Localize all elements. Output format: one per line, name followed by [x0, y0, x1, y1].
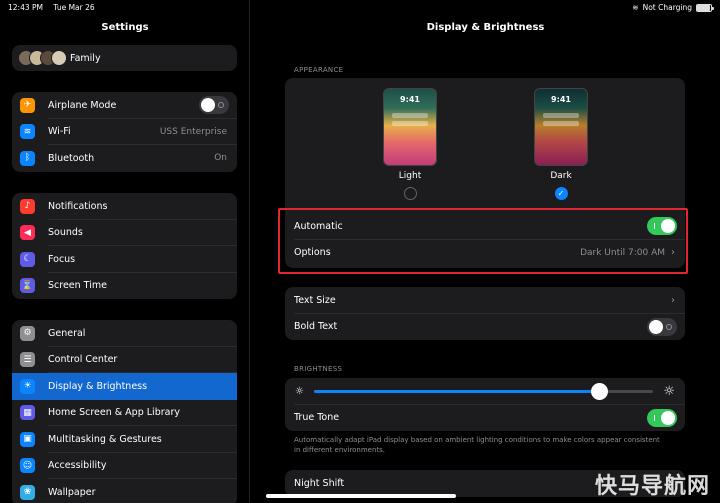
sun-small-icon: ☼ — [295, 385, 304, 397]
grid-icon: ▦ — [20, 405, 35, 421]
sidebar-item-label: Control Center — [48, 354, 118, 366]
flower-icon: ❀ — [20, 484, 35, 500]
family-group: Family — [12, 45, 237, 71]
dark-mode-preview: 9:41 — [534, 88, 588, 166]
appearance-section-label: APPEARANCE — [294, 66, 344, 74]
bluetooth-value: On — [214, 153, 227, 164]
dark-mode-option[interactable]: 9:41 Dark ✓ — [533, 88, 589, 200]
sidebar-item-label: Home Screen & App Library — [48, 407, 180, 419]
home-indicator[interactable] — [266, 494, 456, 498]
sidebar-item-label: Accessibility — [48, 460, 107, 472]
moon-icon: ☾ — [20, 251, 35, 267]
bluetooth-icon: ᛒ — [20, 150, 35, 166]
status-bar: 12:43 PM Tue Mar 26 ≋ Not Charging — [0, 0, 720, 14]
brightness-slider-row: ☼ ☼ — [285, 378, 685, 405]
hourglass-icon: ⌛ — [20, 278, 35, 294]
text-size-row[interactable]: Text Size › — [285, 287, 685, 314]
accessibility-icon: ☺ — [20, 458, 35, 474]
true-tone-row[interactable]: True Tone — [285, 405, 685, 432]
true-tone-description: Automatically adapt iPad display based o… — [294, 436, 660, 454]
highlight-box — [278, 208, 688, 274]
sidebar-item-multitasking[interactable]: ▣ Multitasking & Gestures — [12, 426, 237, 453]
sidebar-item-family[interactable]: Family — [12, 45, 237, 71]
light-mode-radio[interactable] — [403, 187, 417, 200]
sidebar-item-airplane-mode[interactable]: ✈ Airplane Mode — [12, 92, 237, 119]
brightness-slider-thumb[interactable] — [591, 382, 609, 400]
sidebar-item-general[interactable]: ⚙ General — [12, 320, 237, 347]
sidebar-item-label: Wallpaper — [48, 486, 96, 498]
chevron-right-icon: › — [671, 294, 675, 306]
connectivity-group: ✈ Airplane Mode ≋ Wi-Fi USS Enterprise ᛒ… — [12, 92, 237, 172]
brightness-card: ☼ ☼ True Tone — [285, 378, 685, 431]
sidebar-item-label: Display & Brightness — [48, 380, 148, 392]
text-size-label: Text Size — [294, 294, 336, 306]
status-time: 12:43 PM — [8, 3, 43, 12]
sidebar-item-bluetooth[interactable]: ᛒ Bluetooth On — [12, 145, 237, 172]
sidebar-item-screen-time[interactable]: ⌛ Screen Time — [12, 273, 237, 300]
true-tone-toggle[interactable] — [647, 408, 677, 427]
sidebar-item-label: Multitasking & Gestures — [48, 433, 162, 445]
sidebar-item-label: Bluetooth — [48, 152, 95, 164]
charging-status: Not Charging — [642, 3, 692, 12]
light-mode-label: Light — [398, 171, 422, 181]
notifications-group: ♪ Notifications ◀ Sounds ☾ Focus ⌛ Scree… — [12, 193, 237, 299]
battery-icon — [696, 3, 714, 12]
sidebar-item-notifications[interactable]: ♪ Notifications — [12, 193, 237, 220]
sidebar-item-home-screen[interactable]: ▦ Home Screen & App Library — [12, 400, 237, 427]
dark-mode-radio[interactable]: ✓ — [554, 187, 568, 200]
sidebar-item-sounds[interactable]: ◀ Sounds — [12, 220, 237, 247]
sidebar-item-wifi[interactable]: ≋ Wi-Fi USS Enterprise — [12, 119, 237, 146]
sidebar-item-label: Sounds — [48, 227, 83, 239]
preview-time: 9:41 — [400, 95, 420, 104]
wifi-status-icon: ≋ — [632, 3, 639, 12]
sidebar: Settings Family ✈ Airplane Mode ≋ Wi-Fi … — [0, 0, 250, 503]
wifi-network-value: USS Enterprise — [159, 126, 227, 137]
sidebar-item-label: Family — [70, 52, 101, 64]
bell-icon: ♪ — [20, 198, 35, 214]
sliders-icon: ☰ — [20, 352, 35, 368]
dark-mode-label: Dark — [550, 171, 572, 181]
sidebar-item-display-brightness[interactable]: ☀ Display & Brightness — [12, 373, 237, 400]
sidebar-item-label: Wi-Fi — [48, 126, 71, 138]
sidebar-item-control-center[interactable]: ☰ Control Center — [12, 347, 237, 374]
sidebar-item-label: General — [48, 327, 86, 339]
checkmark-icon: ✓ — [557, 189, 565, 198]
gear-icon: ⚙ — [20, 325, 35, 341]
text-card: Text Size › Bold Text — [285, 287, 685, 340]
watermark: 快马导航网 — [594, 474, 710, 499]
general-group: ⚙ General ☰ Control Center ☀ Display & B… — [12, 320, 237, 503]
sidebar-item-wallpaper[interactable]: ❀ Wallpaper — [12, 479, 237, 503]
sidebar-item-label: Screen Time — [48, 280, 107, 292]
brightness-section-label: BRIGHTNESS — [294, 365, 343, 373]
multitask-icon: ▣ — [20, 431, 35, 447]
page-title: Display & Brightness — [426, 22, 545, 33]
sun-icon: ☀ — [20, 378, 35, 394]
bold-text-toggle[interactable] — [647, 317, 677, 336]
speaker-icon: ◀ — [20, 225, 35, 241]
preview-time: 9:41 — [551, 95, 571, 104]
family-avatars — [18, 50, 67, 66]
status-date: Tue Mar 26 — [53, 3, 95, 12]
avatar — [51, 50, 67, 66]
true-tone-label: True Tone — [294, 412, 340, 424]
sidebar-title: Settings — [101, 22, 149, 33]
brightness-slider[interactable] — [313, 382, 654, 400]
light-mode-option[interactable]: 9:41 Light — [382, 88, 438, 200]
sidebar-item-focus[interactable]: ☾ Focus — [12, 246, 237, 273]
sidebar-item-label: Focus — [48, 253, 76, 265]
wifi-icon: ≋ — [20, 124, 35, 140]
airplane-mode-toggle[interactable] — [199, 96, 229, 115]
bold-text-row[interactable]: Bold Text — [285, 314, 685, 341]
sidebar-item-label: Airplane Mode — [48, 99, 117, 111]
bold-text-label: Bold Text — [294, 321, 338, 333]
sidebar-item-accessibility[interactable]: ☺ Accessibility — [12, 453, 237, 480]
sidebar-item-label: Notifications — [48, 200, 108, 212]
airplane-icon: ✈ — [20, 97, 35, 113]
sun-large-icon: ☼ — [663, 383, 675, 399]
light-mode-preview: 9:41 — [383, 88, 437, 166]
